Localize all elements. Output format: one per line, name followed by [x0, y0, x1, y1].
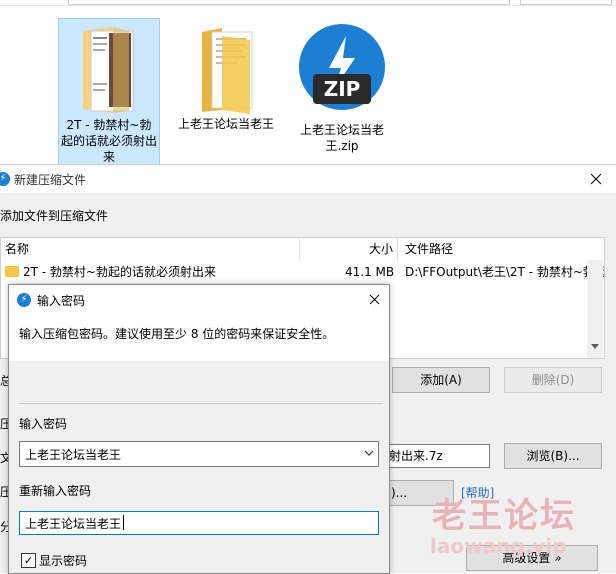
password-label: 输入密码: [19, 417, 68, 431]
password-description: 输入压缩包密码。建议使用至少 8 位的密码来保证安全性。: [19, 327, 335, 341]
dialog-title: 新建压缩文件: [14, 173, 87, 187]
row-size: 41.1 MB: [345, 265, 395, 279]
password-dialog-titlebar: ⚡ 输入密码: [9, 285, 389, 315]
confirm-password-label: 重新输入密码: [19, 484, 92, 498]
file-label: 上老王论坛当老王: [178, 117, 275, 131]
folder-icon: [202, 28, 253, 114]
divider: [19, 403, 383, 404]
zip-archive-icon: ZIP: [299, 24, 385, 110]
password-dialog-title: 输入密码: [37, 294, 86, 308]
dialog-titlebar: ⚡ 新建压缩文件: [0, 165, 616, 193]
column-header-path[interactable]: 文件路径: [405, 238, 453, 260]
explorer-toolbar-fragment: [68, 0, 510, 5]
list-scrollbar[interactable]: [587, 260, 603, 358]
row-name: 2T - 勃禁村~勃起的话就必须射出来: [23, 265, 216, 279]
column-separator: [299, 238, 300, 260]
chevron-down-icon[interactable]: [364, 450, 374, 457]
section-heading: 添加文件到压缩文件: [0, 209, 109, 223]
column-separator: [397, 238, 398, 260]
browse-button[interactable]: 浏览(B)...: [504, 443, 602, 469]
file-label: 上老王论坛当老王.zip: [299, 123, 384, 153]
show-password-checkbox[interactable]: ✓: [21, 553, 36, 568]
file-label: 2T - 勃禁村~勃起的话就必须射出来: [61, 118, 158, 164]
column-header-name[interactable]: 名称: [5, 238, 29, 260]
close-icon[interactable]: [369, 294, 380, 305]
confirm-password-input[interactable]: 上老王论坛当老王: [19, 511, 379, 535]
file-item-zip[interactable]: ZIP 上老王论坛当老王.zip: [292, 18, 392, 154]
close-icon[interactable]: [590, 173, 602, 185]
password-value: 上老王论坛当老王: [25, 448, 122, 462]
show-password-label: 显示密码: [39, 554, 88, 568]
row-path: D:\FFOutput\老王\2T - 勃禁村~勃起: [405, 265, 604, 279]
password-combobox[interactable]: 上老王论坛当老王: [19, 441, 379, 467]
table-row[interactable]: 2T - 勃禁村~勃起的话就必须射出来 41.1 MB D:\FFOutput\…: [1, 262, 604, 282]
password-dialog: ⚡ 输入密码 输入压缩包密码。建议使用至少 8 位的密码来保证安全性。 输入密码…: [8, 284, 390, 574]
file-item-document[interactable]: 2T - 勃禁村~勃起的话就必须射出来: [58, 18, 160, 166]
explorer-view: 2T - 勃禁村~勃起的话就必须射出来 上老王论坛当老王 ZIP 上老王论坛当老…: [0, 0, 616, 166]
folder-icon: [5, 266, 19, 277]
add-button[interactable]: 添加(A): [392, 367, 490, 393]
column-header-size[interactable]: 大小: [369, 238, 393, 260]
scroll-down-icon[interactable]: [591, 344, 599, 349]
zip-badge: ZIP: [313, 74, 371, 104]
delete-button[interactable]: 删除(D): [504, 367, 602, 393]
explorer-toolbar-fragment-right: [520, 0, 612, 5]
confirm-password-value: 上老王论坛当老王: [25, 517, 122, 531]
app-logo-icon: ⚡: [17, 293, 31, 307]
password-description-panel: 输入压缩包密码。建议使用至少 8 位的密码来保证安全性。: [9, 315, 389, 361]
text-caret: [123, 515, 124, 530]
app-logo-icon: ⚡: [0, 172, 10, 186]
archive-name-input[interactable]: 射出来.7z: [384, 444, 490, 468]
document-thumbnail-icon: [83, 27, 134, 113]
file-item-folder[interactable]: 上老王论坛当老王: [176, 18, 276, 132]
watermark-text: 老王论坛: [432, 496, 576, 536]
watermark-url: laowang.vip: [430, 534, 567, 558]
